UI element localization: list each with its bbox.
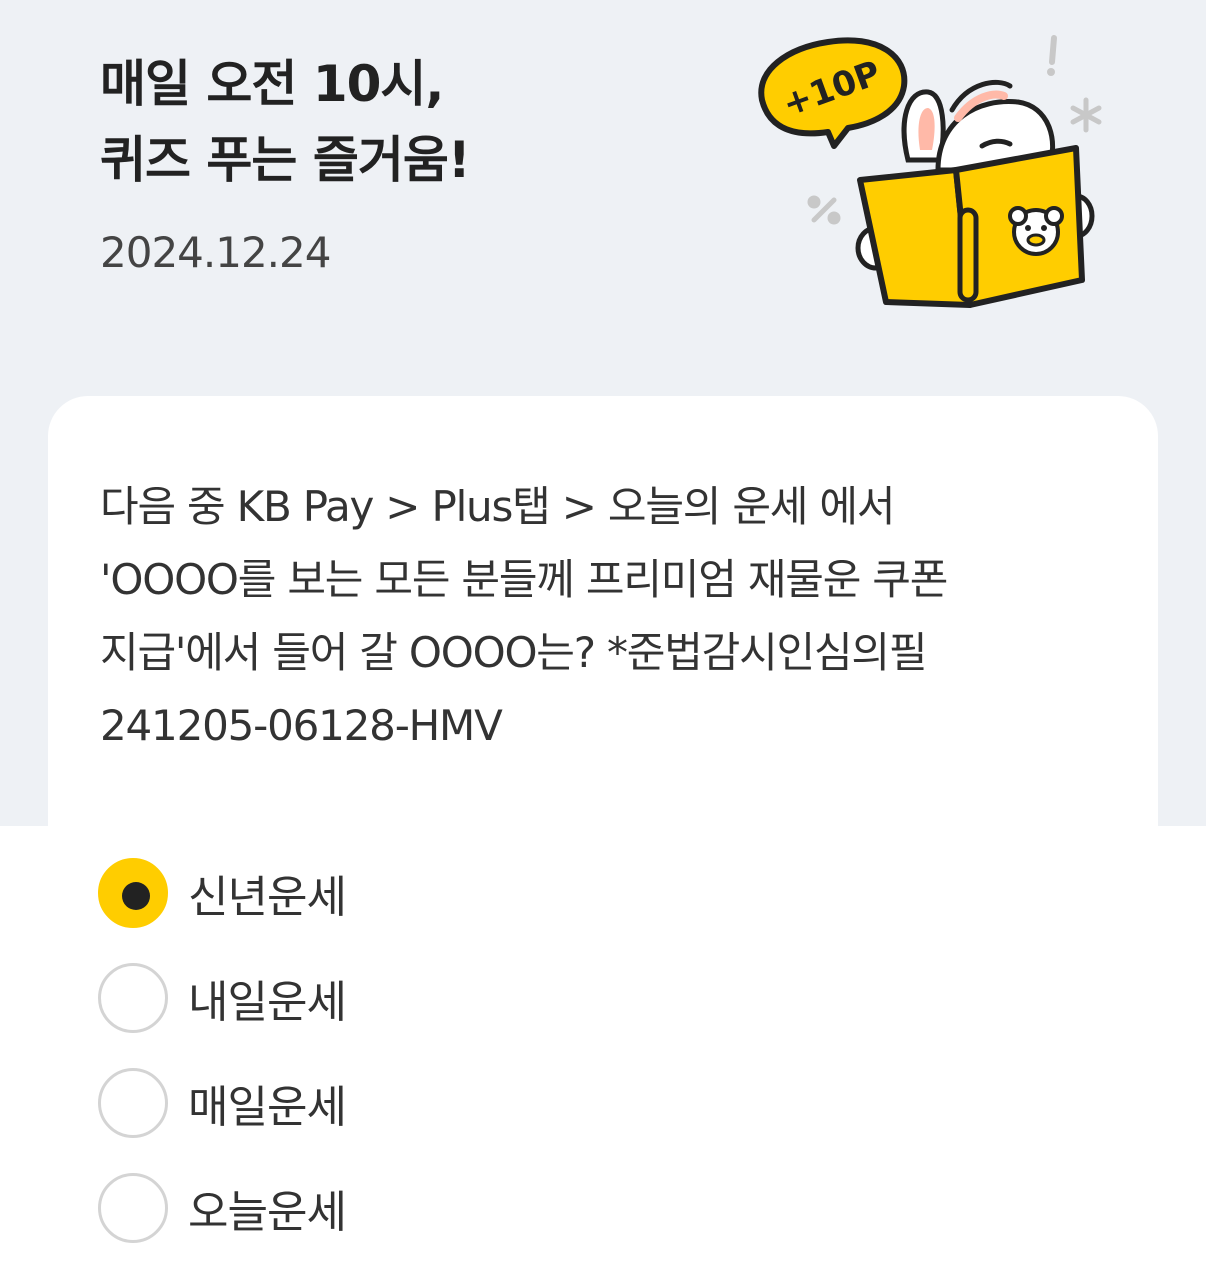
question-line-2: 'OOOO를 보는 모든 분들께 프리미엄 재물운 쿠폰 (100, 555, 948, 604)
title-line-2: 퀴즈 푸는 즐거움! (100, 131, 471, 189)
answer-option-2[interactable]: 내일운세 (98, 961, 1098, 1035)
quiz-question: 다음 중 KB Pay > Plus탭 > 오늘의 운세 에서 'OOOO를 보… (100, 470, 1100, 762)
radio-button-selected[interactable] (98, 858, 168, 928)
answer-option-1[interactable]: 신년운세 (98, 856, 1098, 930)
asterisk-sparkle-icon (1070, 97, 1102, 133)
answer-option-4[interactable]: 오늘운세 (98, 1171, 1098, 1245)
title-line-1: 매일 오전 10시, (100, 55, 444, 113)
page-title: 매일 오전 10시, 퀴즈 푸는 즐거움! (100, 46, 471, 198)
radio-button[interactable] (98, 1068, 168, 1138)
answer-option-label: 내일운세 (188, 977, 347, 1028)
points-badge: +10P (758, 37, 908, 149)
rabbit-reading-book-illustration: +10P (758, 35, 1102, 308)
answer-option-label: 신년운세 (188, 872, 347, 923)
question-line-3: 지급'에서 들어 갈 OOOO는? *준법감시인심의필 (100, 628, 928, 677)
answer-option-3[interactable]: 매일운세 (98, 1066, 1098, 1140)
exclamation-mark-icon (1047, 35, 1057, 76)
answer-option-label: 오늘운세 (188, 1187, 347, 1238)
book-icon (857, 145, 1085, 308)
percent-sparkle-icon (807, 195, 841, 225)
radio-button[interactable] (98, 963, 168, 1033)
answer-option-label: 매일운세 (188, 1082, 347, 1133)
quiz-date: 2024.12.24 (100, 228, 331, 277)
question-line-1: 다음 중 KB Pay > Plus탭 > 오늘의 운세 에서 (100, 482, 895, 531)
question-line-4: 241205-06128-HMV (100, 701, 503, 750)
radio-button[interactable] (98, 1173, 168, 1243)
answer-options: 신년운세 내일운세 매일운세 오늘운세 (98, 856, 1098, 1262)
